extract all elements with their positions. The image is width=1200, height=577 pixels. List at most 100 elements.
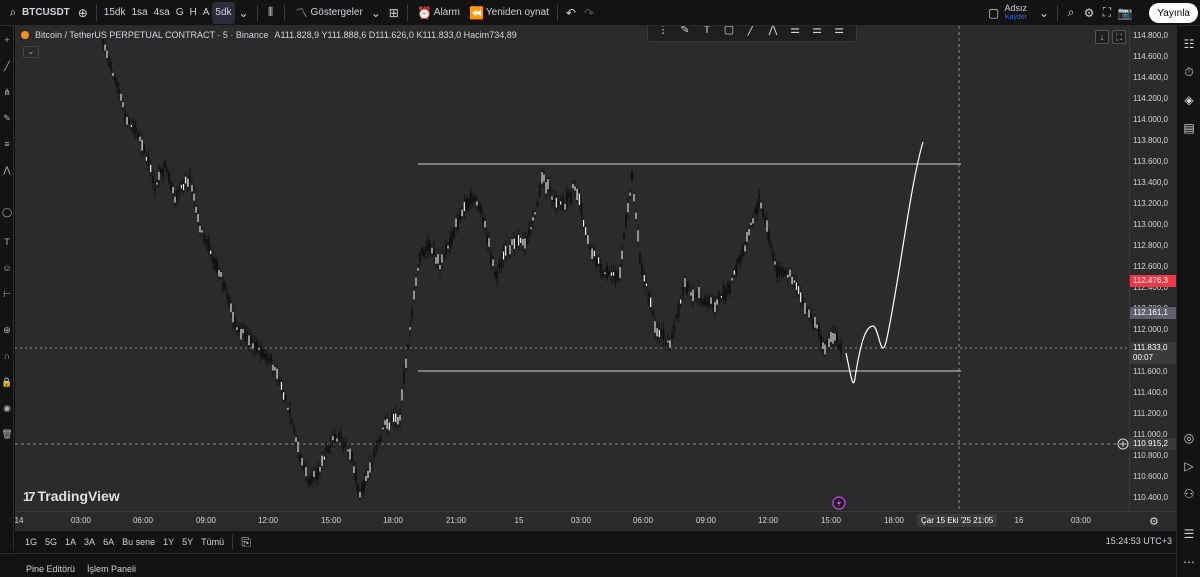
time-label: 03:00 bbox=[70, 516, 92, 525]
redo-icon[interactable]: ↷ bbox=[580, 4, 598, 22]
indicators-button[interactable]: 〽 Göstergeler bbox=[289, 2, 367, 24]
path-icon[interactable]: ⋀ bbox=[764, 26, 782, 39]
rewind-icon: ⏪ bbox=[469, 5, 485, 20]
maximize-icon[interactable]: ⛶ bbox=[1112, 30, 1126, 44]
crosshair-icon[interactable]: + bbox=[1, 34, 13, 46]
candle-body bbox=[405, 358, 408, 369]
interval-5m[interactable]: 5dk bbox=[212, 1, 235, 24]
trash-icon[interactable]: 🗑 bbox=[1, 428, 13, 440]
text-icon[interactable]: T bbox=[698, 26, 716, 39]
candle-body bbox=[731, 277, 734, 281]
eye-icon[interactable]: ◉ bbox=[1, 402, 13, 414]
candle-body bbox=[645, 283, 648, 287]
trendline-icon[interactable]: ╱ bbox=[742, 26, 760, 39]
range-5y[interactable]: 5Y bbox=[178, 537, 197, 547]
quick-search-icon[interactable]: ⌕ bbox=[1062, 4, 1080, 22]
range-1d[interactable]: 1G bbox=[21, 537, 41, 547]
magnet-icon[interactable]: ∩ bbox=[1, 350, 13, 362]
candle-body bbox=[299, 454, 302, 462]
tab-pine-editor[interactable]: Pine Editörü bbox=[0, 564, 87, 574]
collapse-legend-button[interactable]: ⌄ bbox=[23, 46, 39, 58]
add-alert-plus-icon[interactable] bbox=[1117, 438, 1129, 450]
icon-tool-icon[interactable]: ☺ bbox=[1, 262, 13, 274]
lock-icon[interactable]: 🔒 bbox=[1, 376, 13, 388]
chevron-down-icon[interactable]: ⌄ bbox=[235, 4, 253, 22]
candle-body bbox=[570, 192, 573, 203]
layout-square-icon[interactable]: ▢ bbox=[984, 4, 1002, 22]
text-icon[interactable]: T bbox=[1, 236, 13, 248]
tab-trading-panel[interactable]: İşlem Paneli bbox=[87, 564, 148, 574]
brush-icon[interactable]: ✎ bbox=[676, 26, 694, 39]
lightning-icon[interactable] bbox=[832, 496, 846, 510]
time-axis-settings-gear-icon[interactable]: ⚙ bbox=[1149, 515, 1159, 528]
chart-pane[interactable]: Bitcoin / TetherUS PERPETUAL CONTRACT · … bbox=[15, 26, 1129, 511]
help-icon[interactable]: ⋯ bbox=[1181, 554, 1197, 570]
candle-body bbox=[161, 168, 164, 177]
chevron-down-icon[interactable]: ⌄ bbox=[1035, 4, 1053, 22]
layout-name[interactable]: Adsız Kaydet bbox=[1004, 3, 1027, 22]
candle-body bbox=[369, 462, 372, 473]
candle-body bbox=[346, 449, 349, 452]
watchlist-icon[interactable]: ☷ bbox=[1181, 36, 1197, 52]
long-position-icon[interactable]: ☰ bbox=[786, 26, 804, 39]
trendline-icon[interactable]: ╱ bbox=[1, 60, 13, 72]
candle-body bbox=[814, 316, 817, 329]
layout-grid-icon[interactable]: ⊞ bbox=[385, 4, 403, 22]
range-ytd[interactable]: Bu sene bbox=[118, 537, 159, 547]
measure-icon[interactable]: ◯ bbox=[1, 206, 13, 218]
notifications-icon[interactable]: ☰ bbox=[1181, 526, 1197, 542]
replay-button[interactable]: ⏪ Yeniden oynat bbox=[464, 2, 553, 24]
interval-month[interactable]: A bbox=[200, 2, 213, 24]
candle-body bbox=[327, 445, 330, 453]
candle-body bbox=[726, 282, 729, 295]
alert-button[interactable]: ⏰ Alarm bbox=[412, 2, 464, 24]
range-1y[interactable]: 1Y bbox=[159, 537, 178, 547]
ruler-icon[interactable]: ⊢ bbox=[1, 288, 13, 300]
candle-body bbox=[760, 202, 763, 209]
range-3m[interactable]: 3A bbox=[80, 537, 99, 547]
interval-15m[interactable]: 15dk bbox=[101, 2, 129, 24]
short-position-icon[interactable]: ☰ bbox=[808, 26, 826, 39]
range-icon[interactable]: ☰ bbox=[830, 26, 848, 39]
time-axis[interactable]: 14 03:00 06:00 09:00 12:00 15:00 18:00 2… bbox=[15, 511, 1176, 531]
clock-timezone[interactable]: 15:24:53 UTC+3 bbox=[1106, 536, 1172, 546]
interval-4h[interactable]: 4sa bbox=[151, 2, 173, 24]
add-symbol-icon[interactable]: ⊕ bbox=[74, 4, 92, 22]
fullscreen-icon[interactable]: ⛶ bbox=[1098, 4, 1116, 22]
interval-1h[interactable]: 1sa bbox=[128, 2, 150, 24]
candle-body bbox=[538, 184, 541, 197]
calendar-goto-icon[interactable]: ⎘ bbox=[237, 533, 255, 551]
price-chart[interactable] bbox=[15, 26, 1129, 511]
undo-icon[interactable]: ↶ bbox=[562, 4, 580, 22]
candle-body bbox=[492, 258, 495, 267]
candles-icon[interactable]: ⫴ bbox=[262, 4, 280, 22]
candle-body bbox=[155, 182, 158, 185]
brush-icon[interactable]: ✎ bbox=[1, 112, 13, 124]
range-all[interactable]: Tümü bbox=[197, 537, 228, 547]
target-icon[interactable]: ◎ bbox=[1181, 430, 1197, 446]
zoom-icon[interactable]: ⊕ bbox=[1, 324, 13, 336]
camera-icon[interactable]: 📷 bbox=[1116, 4, 1134, 22]
pattern-icon[interactable]: ⋀ bbox=[1, 164, 13, 176]
drag-handle-icon[interactable]: ⋮ bbox=[654, 26, 672, 39]
layers-icon[interactable]: ◈ bbox=[1181, 92, 1197, 108]
pitchfork-icon[interactable]: ⋔ bbox=[1, 86, 13, 98]
interval-day[interactable]: G bbox=[173, 2, 187, 24]
range-1m[interactable]: 1A bbox=[61, 537, 80, 547]
play-icon[interactable]: ▷ bbox=[1181, 458, 1197, 474]
candle-body bbox=[748, 228, 751, 236]
chevron-down-icon[interactable]: ⌄ bbox=[367, 4, 385, 22]
range-5d[interactable]: 5G bbox=[41, 537, 61, 547]
rectangle-icon[interactable]: ▢ bbox=[720, 26, 738, 39]
publish-button[interactable]: Yayınla bbox=[1149, 3, 1198, 23]
settings-gear-icon[interactable]: ⚙ bbox=[1080, 4, 1098, 22]
price-axis[interactable]: 114.800,0 114.600,0 114.400,0 114.200,0 … bbox=[1129, 26, 1177, 511]
search-symbol-button[interactable]: ⌕ BTCUSDT bbox=[0, 2, 74, 24]
ideas-icon[interactable]: ⚇ bbox=[1181, 486, 1197, 502]
alerts-clock-icon[interactable]: ⏱ bbox=[1181, 64, 1197, 80]
chat-icon[interactable]: ▤ bbox=[1181, 120, 1197, 136]
interval-week[interactable]: H bbox=[187, 2, 200, 24]
scroll-down-icon[interactable]: ↓ bbox=[1095, 30, 1109, 44]
fib-icon[interactable]: ≡ bbox=[1, 138, 13, 150]
range-6m[interactable]: 6A bbox=[99, 537, 118, 547]
